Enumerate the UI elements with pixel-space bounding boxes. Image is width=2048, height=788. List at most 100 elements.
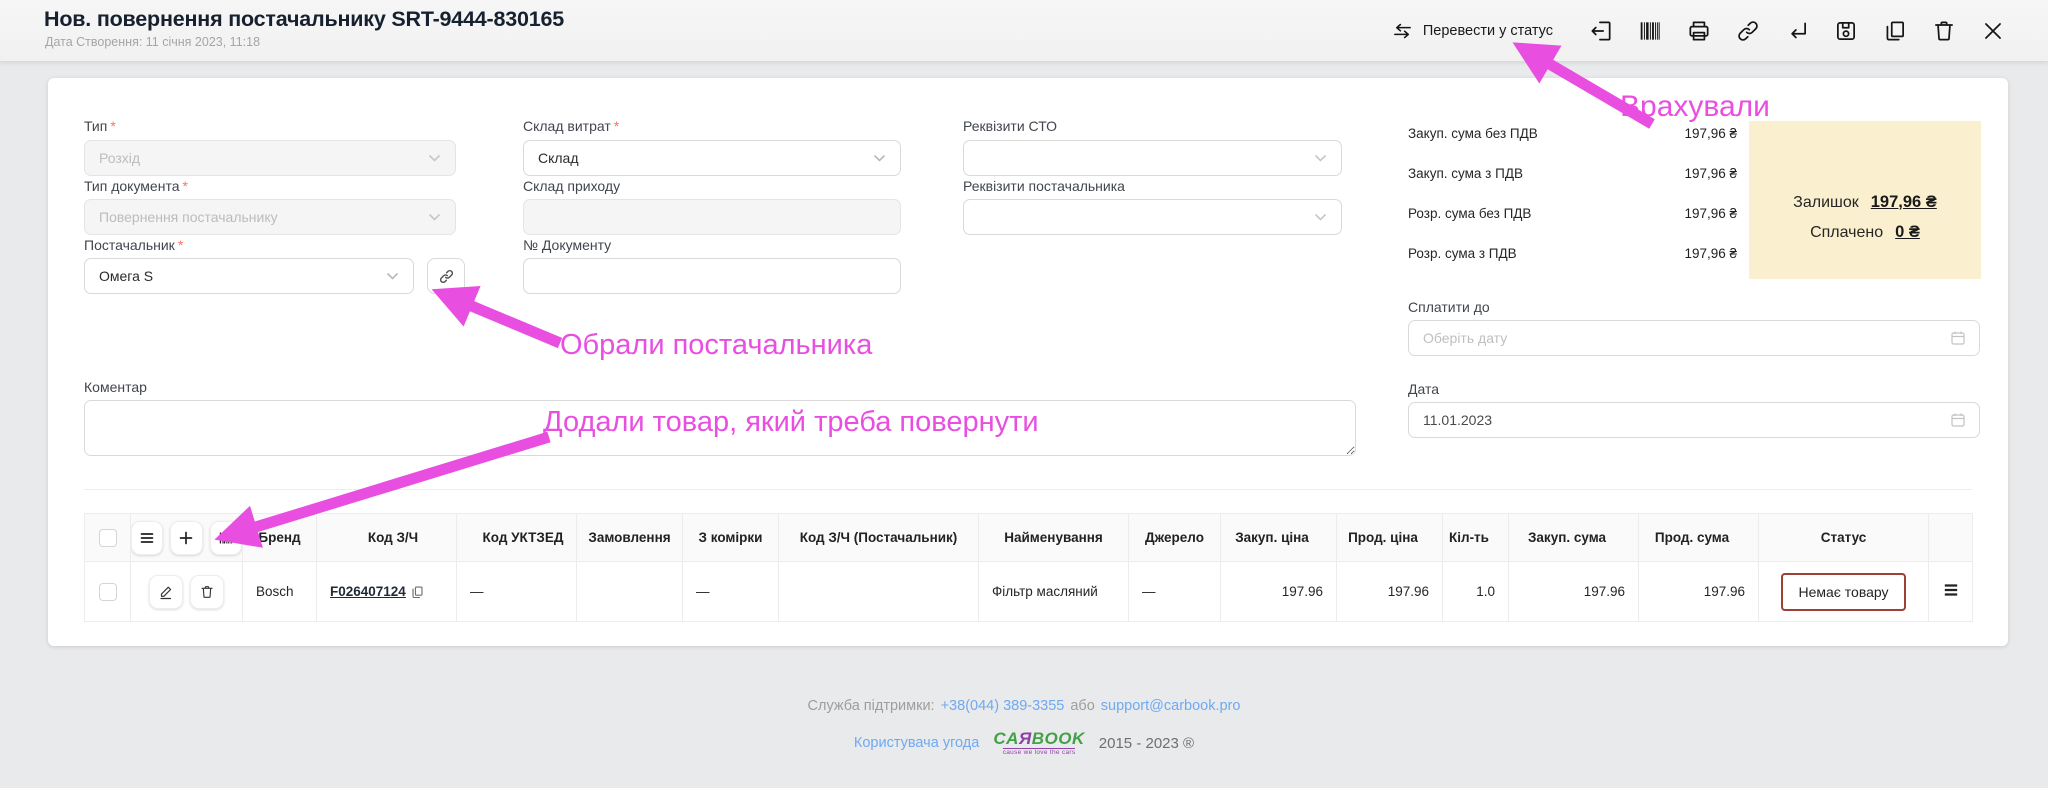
required-mark: * [110,118,115,134]
paid-line: Сплачено 0 ₴ [1810,223,1920,242]
export-button[interactable] [1588,18,1614,44]
total-row: Розр. сума з ПДВ197,96 ₴ [1408,246,1737,261]
col-header[interactable]: Прод. сума [1639,514,1759,562]
table-row: Bosch F026407124 — — Фільтр масляний — 1… [85,562,1973,622]
required-mark: * [178,237,183,253]
balance-panel: Залишок 197,96 ₴ Сплачено 0 ₴ [1749,121,1981,279]
return-button[interactable] [1784,18,1810,44]
items-table: Бренд Код З/Ч Код УКТЗЕД Замовлення З ко… [84,513,1972,622]
row-select-checkbox[interactable] [99,583,117,601]
save-button[interactable] [1833,18,1859,44]
col-header[interactable]: Бренд [243,514,317,562]
plus-icon [178,530,194,546]
select-all-checkbox[interactable] [99,529,117,547]
document-card: Тип* Розхід Тип документа* Повернення по… [48,78,2008,646]
income-warehouse-select[interactable] [523,199,901,235]
row-menu-button[interactable] [131,521,163,555]
user-agreement-link[interactable]: Користувача угода [854,735,979,751]
balance-value[interactable]: 197,96 ₴ [1871,193,1937,212]
copyright: 2015 - 2023 ® [1099,735,1194,752]
type-label: Тип* [84,118,116,134]
col-header[interactable]: Код З/Ч [317,514,457,562]
col-header[interactable]: Кіл-ть [1443,514,1509,562]
total-value: 197,96 ₴ [1684,126,1737,141]
link-icon [1735,18,1761,44]
footer-support-line: Служба підтримки: +38(044) 389-3355 або … [0,698,2048,714]
col-header[interactable]: Закуп. ціна [1221,514,1337,562]
col-header[interactable]: Найменування [979,514,1129,562]
chevron-down-icon [1314,154,1327,162]
cell-name: Фільтр масляний [979,562,1129,622]
cell-sale-sum: 197.96 [1639,562,1759,622]
total-label: Закуп. сума без ПДВ [1408,126,1538,141]
barcode-button[interactable] [1637,18,1663,44]
total-value: 197,96 ₴ [1684,246,1737,261]
status-badge[interactable]: Немає товару [1781,573,1905,611]
income-warehouse-label: Склад приходу [523,178,620,194]
part-code-link[interactable]: F026407124 [330,584,406,599]
print-button[interactable] [1686,18,1712,44]
col-header[interactable]: Прод. ціна [1337,514,1443,562]
delete-row-button[interactable] [190,575,224,609]
chevron-down-icon [428,154,441,162]
date-input[interactable] [1408,402,1980,438]
row-menu-icon[interactable] [1942,581,1960,599]
comment-textarea[interactable] [84,400,1356,456]
close-button[interactable] [1980,18,2006,44]
total-label: Розр. сума без ПДВ [1408,206,1531,221]
col-header[interactable]: Код З/Ч (Постачальник) [779,514,979,562]
duplicate-button[interactable] [1882,18,1908,44]
sto-requisites-select[interactable] [963,140,1342,176]
expense-warehouse-select[interactable]: Склад [523,140,901,176]
copy-icon [1882,18,1908,44]
col-header[interactable]: Джерело [1129,514,1221,562]
menu-icon [139,530,155,546]
copy-icon[interactable] [411,585,424,598]
supplier-link-button[interactable] [427,258,465,294]
pay-until-input[interactable] [1408,320,1980,356]
cell-uktzed: — [457,562,577,622]
supplier-select[interactable]: Омега S [84,258,414,294]
total-row: Розр. сума без ПДВ197,96 ₴ [1408,206,1737,221]
scan-barcode-button[interactable] [210,521,242,555]
pay-until-label: Сплатити до [1408,299,1490,315]
cell-source: — [1129,562,1221,622]
expense-warehouse-label: Склад витрат* [523,118,619,134]
save-icon [1833,18,1859,44]
add-item-button[interactable] [170,521,202,555]
paid-label: Сплачено [1810,224,1883,242]
close-icon [1980,18,2006,44]
col-header[interactable]: Статус [1759,514,1929,562]
doc-type-select[interactable]: Повернення постачальнику [84,199,456,235]
chevron-down-icon [428,213,441,221]
cell-purchase-sum: 197.96 [1509,562,1639,622]
cell-from-cell: — [683,562,779,622]
col-header[interactable]: Закуп. сума [1509,514,1639,562]
carbook-logo-tagline: cause we love the cars [1003,748,1076,757]
chevron-down-icon [873,154,886,162]
edit-row-button[interactable] [149,575,183,609]
required-mark: * [183,178,188,194]
cell-supplier-code [779,562,979,622]
paid-value[interactable]: 0 ₴ [1895,223,1920,242]
carbook-logo: CAЯBOOK cause we love the cars [993,730,1084,757]
type-select[interactable]: Розхід [84,140,456,176]
trash-icon [1931,18,1957,44]
comment-label: Коментар [84,379,147,395]
col-header[interactable]: Код УКТЗЕД [457,514,577,562]
support-phone-link[interactable]: +38(044) 389-3355 [941,698,1065,714]
doc-number-input[interactable] [523,258,901,294]
supplier-requisites-label: Реквізити постачальника [963,178,1125,194]
return-arrow-icon [1784,18,1810,44]
date-label: Дата [1408,381,1439,397]
col-header[interactable]: Замовлення [577,514,683,562]
cell-purchase-price: 197.96 [1221,562,1337,622]
total-label: Закуп. сума з ПДВ [1408,166,1523,181]
balance-label: Залишок [1793,194,1859,212]
delete-button[interactable] [1931,18,1957,44]
col-header[interactable]: З комірки [683,514,779,562]
supplier-requisites-select[interactable] [963,199,1342,235]
support-email-link[interactable]: support@carbook.pro [1101,698,1241,714]
copy-link-button[interactable] [1735,18,1761,44]
transfer-status-button[interactable]: Перевести у статус [1391,20,1553,43]
